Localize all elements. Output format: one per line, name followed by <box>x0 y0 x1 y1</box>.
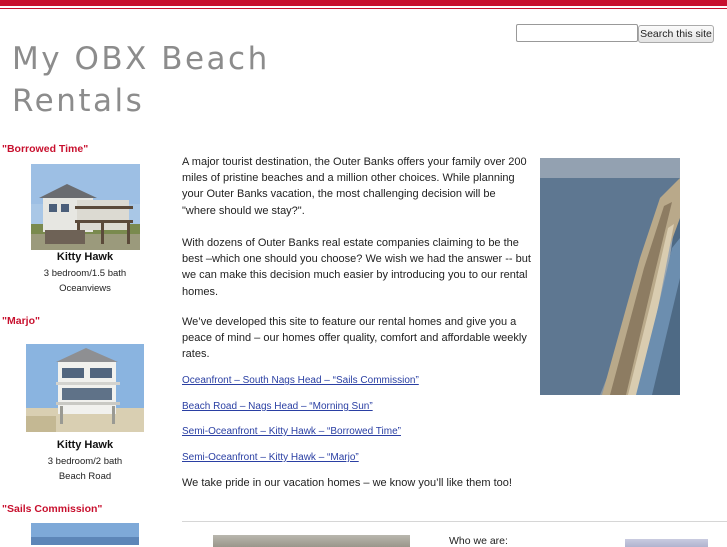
site-title: My OBX Beach Rentals <box>12 41 270 119</box>
top-accent-bar <box>0 0 727 6</box>
property-bedrooms: 3 bedroom/1.5 bath <box>43 268 127 279</box>
link-borrowed-time[interactable]: Semi-Oceanfront – Kitty Hawk – “Borrowed… <box>182 424 401 440</box>
search-input[interactable] <box>516 24 638 42</box>
property-bedrooms: 3 bedroom/2 bath <box>47 456 123 467</box>
bottom-photo <box>213 535 410 547</box>
intro-paragraph-3: We’ve developed this site to feature our… <box>182 316 527 361</box>
property-view: Oceanviews <box>59 283 111 294</box>
property-town: Kitty Hawk <box>56 439 114 451</box>
intro-paragraph-2: With dozens of Outer Banks real estate c… <box>182 237 531 298</box>
search-button[interactable]: Search this site <box>638 25 714 43</box>
property-town: Kitty Hawk <box>56 251 114 263</box>
property-name-borrowed-time[interactable]: "Borrowed Time" <box>2 143 88 155</box>
property-photo-sails-commission[interactable] <box>31 523 139 545</box>
top-accent-line <box>0 8 727 9</box>
link-marjo[interactable]: Semi-Oceanfront – Kitty Hawk – “Marjo” <box>182 450 359 466</box>
property-photo-marjo[interactable] <box>26 344 144 432</box>
property-view: Beach Road <box>58 471 112 482</box>
link-morning-sun[interactable]: Beach Road – Nags Head – “Morning Sun” <box>182 399 373 415</box>
section-divider <box>182 521 727 522</box>
property-photo-borrowed-time[interactable] <box>31 164 140 250</box>
intro-paragraph-1: A major tourist destination, the Outer B… <box>182 156 527 217</box>
aerial-outer-banks-photo <box>540 158 680 395</box>
property-name-sails-commission[interactable]: "Sails Commission" <box>2 503 102 515</box>
bottom-photo-right <box>625 539 708 547</box>
who-we-are-heading: Who we are: <box>449 535 508 547</box>
property-name-marjo[interactable]: "Marjo" <box>2 315 40 327</box>
link-sails-commission[interactable]: Oceanfront – South Nags Head – “Sails Co… <box>182 373 419 389</box>
closing-paragraph: We take pride in our vacation homes – we… <box>182 477 512 489</box>
